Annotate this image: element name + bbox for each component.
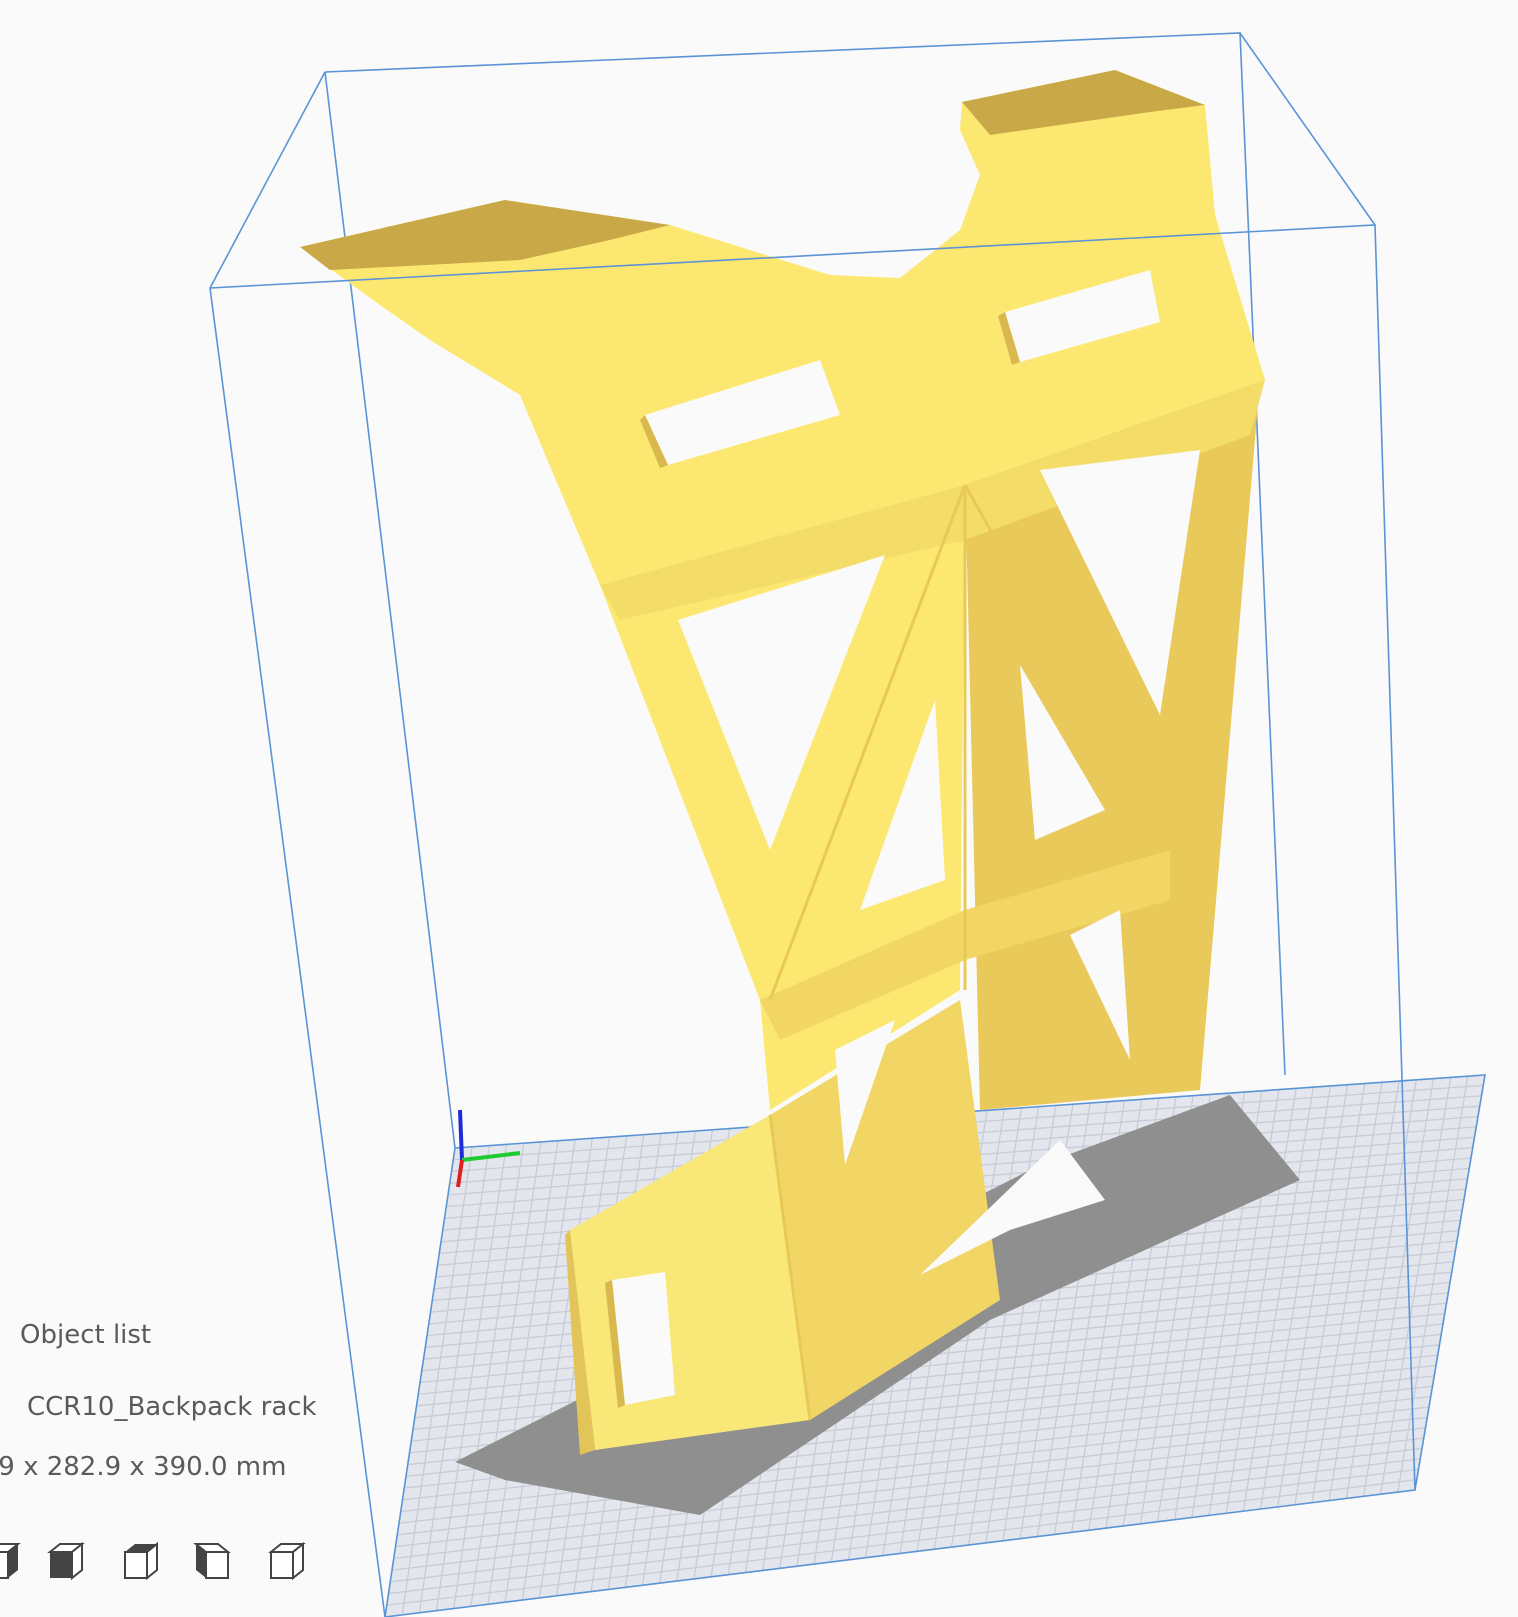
right-view-button[interactable] — [263, 1538, 309, 1584]
3d-viewport[interactable]: Object list CCR10_Backpack rack .9 x 282… — [0, 0, 1518, 1617]
front-view-button[interactable] — [42, 1538, 88, 1584]
left-view-button[interactable] — [190, 1538, 236, 1584]
top-view-button[interactable] — [117, 1538, 163, 1584]
front-view-icon — [47, 1541, 85, 1581]
object-name[interactable]: CCR10_Backpack rack — [27, 1392, 317, 1422]
3d-view-button[interactable] — [0, 1538, 24, 1584]
top-view-icon — [124, 1541, 158, 1581]
object-list-title[interactable]: Object list — [20, 1320, 151, 1350]
3d-view-icon — [0, 1543, 21, 1579]
left-view-icon — [193, 1543, 231, 1579]
build-volume-scene[interactable] — [0, 0, 1518, 1617]
object-dimensions: .9 x 282.9 x 390.0 mm — [0, 1452, 287, 1482]
right-view-icon — [268, 1541, 306, 1581]
